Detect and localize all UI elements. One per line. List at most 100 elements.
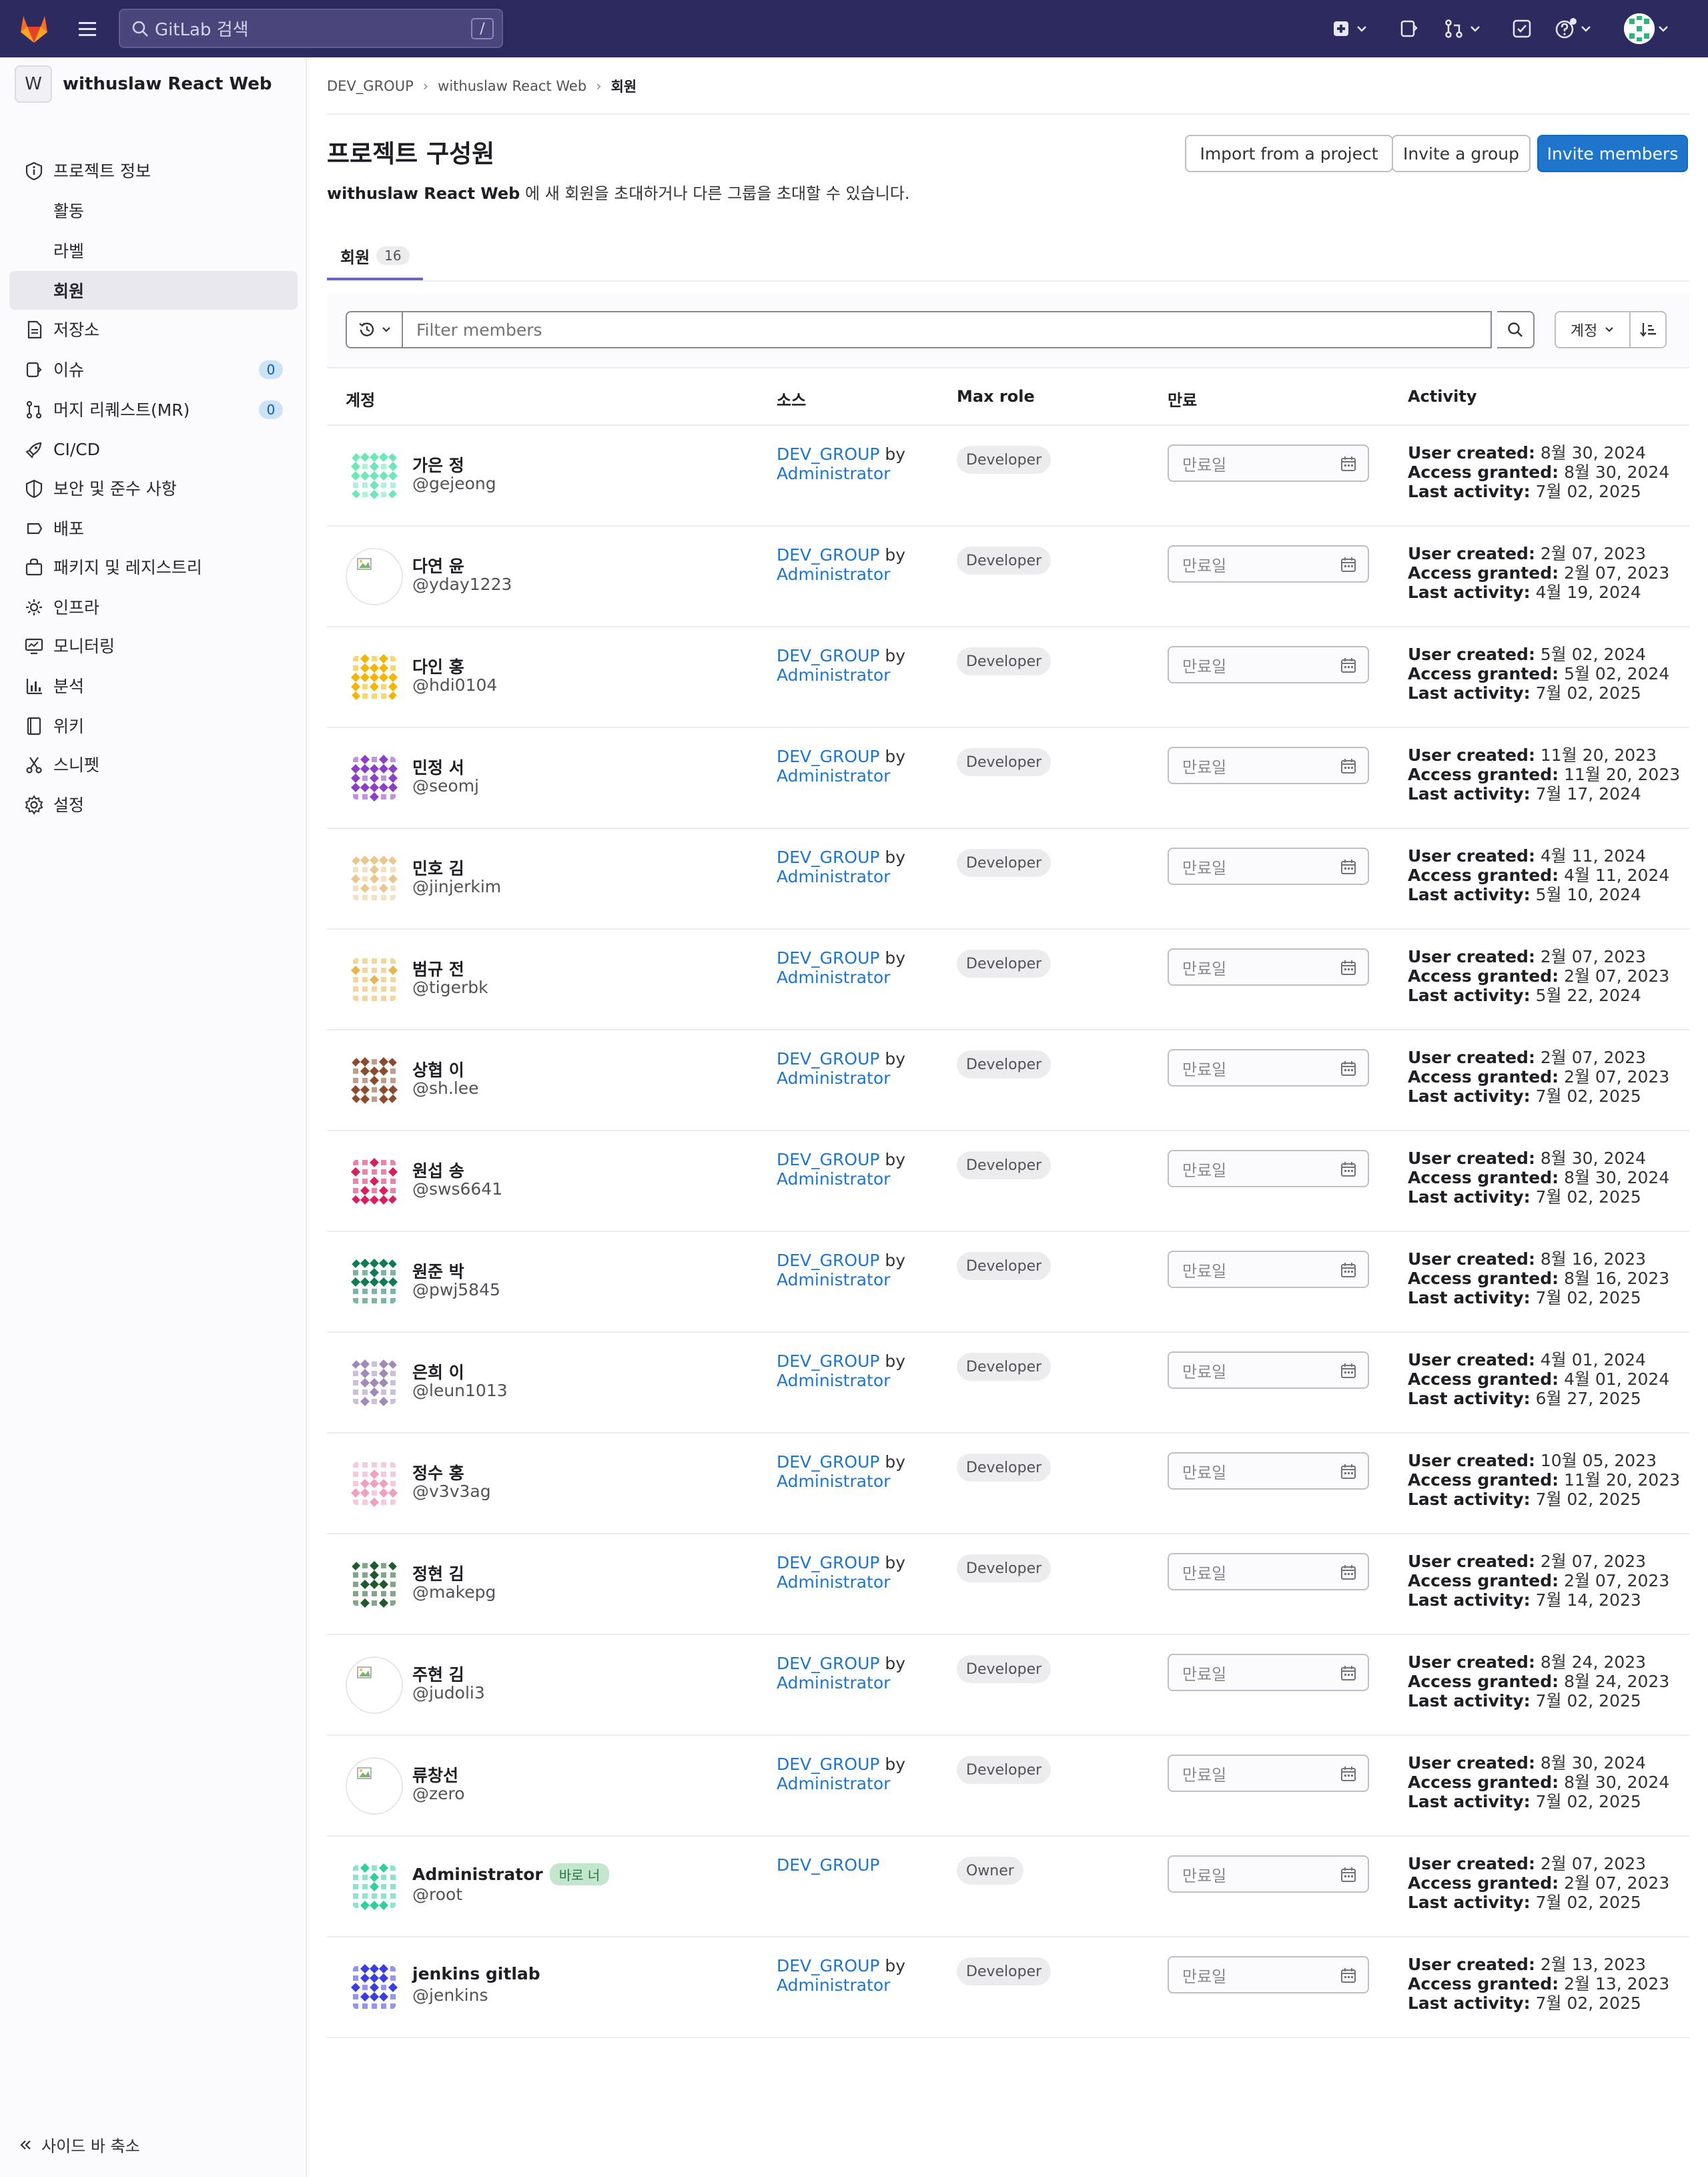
sidebar-item-ci-cd[interactable]: CI/CD <box>9 430 298 469</box>
breadcrumb-group[interactable]: DEV_GROUP <box>327 78 414 94</box>
source-by-user-link[interactable]: Administrator <box>777 1774 890 1793</box>
source-group-link[interactable]: DEV_GROUP <box>777 1251 879 1270</box>
invite-members-button[interactable]: Invite members <box>1537 135 1688 172</box>
sidebar-item-issues[interactable]: 이슈 0 <box>9 350 298 388</box>
help-dropdown[interactable] <box>1555 15 1592 43</box>
expiration-date-input[interactable]: 만료일 <box>1168 1956 1369 1993</box>
source-by-user-link[interactable]: Administrator <box>777 1169 890 1189</box>
sidebar-item-merge-requests[interactable]: 머지 리퀘스트(MR) 0 <box>9 390 298 428</box>
member-name[interactable]: 원준 박 <box>412 1259 464 1283</box>
source-group-link[interactable]: DEV_GROUP <box>777 1150 879 1169</box>
member-avatar[interactable] <box>346 1052 403 1109</box>
member-avatar[interactable] <box>346 1253 403 1311</box>
sidebar-item-deployments[interactable]: 배포 <box>9 509 298 547</box>
expiration-date-input[interactable]: 만료일 <box>1168 848 1369 885</box>
expiration-date-input[interactable]: 만료일 <box>1168 646 1369 683</box>
member-name[interactable]: 정수 홍 <box>412 1460 464 1484</box>
member-name[interactable]: 다인 홍 <box>412 654 464 678</box>
member-name[interactable]: 류창선 <box>412 1763 458 1787</box>
source-group-link[interactable]: DEV_GROUP <box>777 545 879 565</box>
source-by-user-link[interactable]: Administrator <box>777 464 890 483</box>
gitlab-logo-icon[interactable] <box>17 12 51 44</box>
expiration-date-input[interactable]: 만료일 <box>1168 1351 1369 1389</box>
breadcrumb-current[interactable]: 회원 <box>611 76 637 96</box>
invite-group-button[interactable]: Invite a group <box>1392 135 1531 172</box>
member-name[interactable]: 상협 이 <box>412 1057 464 1081</box>
expiration-date-input[interactable]: 만료일 <box>1168 1553 1369 1590</box>
member-avatar[interactable] <box>346 749 403 807</box>
source-group-link[interactable]: DEV_GROUP <box>777 1452 879 1472</box>
collapse-sidebar-button[interactable]: 사이드 바 축소 <box>19 2133 140 2156</box>
source-by-user-link[interactable]: Administrator <box>777 1270 890 1289</box>
source-by-user-link[interactable]: Administrator <box>777 968 890 987</box>
member-name[interactable]: 다연 윤 <box>412 553 464 577</box>
sort-by-dropdown[interactable]: 계정 <box>1555 311 1631 348</box>
source-by-user-link[interactable]: Administrator <box>777 1068 890 1088</box>
member-name[interactable]: 민호 김 <box>412 856 464 880</box>
source-by-user-link[interactable]: Administrator <box>777 1975 890 1995</box>
sidebar-item-labels[interactable]: 라벨 <box>9 231 298 270</box>
issues-icon[interactable] <box>1398 15 1418 43</box>
source-group-link[interactable]: DEV_GROUP <box>777 1553 879 1572</box>
member-avatar[interactable] <box>346 1757 403 1815</box>
member-name[interactable]: 가은 정 <box>412 452 464 477</box>
expiration-date-input[interactable]: 만료일 <box>1168 444 1369 482</box>
expiration-date-input[interactable]: 만료일 <box>1168 1755 1369 1792</box>
source-group-link[interactable]: DEV_GROUP <box>777 646 879 665</box>
sidebar-item-project-info[interactable]: 프로젝트 정보 <box>9 151 298 190</box>
member-avatar[interactable] <box>346 1153 403 1210</box>
member-name[interactable]: 정현 김 <box>412 1561 464 1585</box>
source-group-link[interactable]: DEV_GROUP <box>777 1755 879 1774</box>
member-avatar[interactable] <box>346 1455 403 1512</box>
sidebar-item-snippets[interactable]: 스니펫 <box>9 745 298 784</box>
todo-icon[interactable] <box>1512 15 1532 43</box>
sidebar-item-analytics[interactable]: 분석 <box>9 666 298 705</box>
expiration-date-input[interactable]: 만료일 <box>1168 1251 1369 1288</box>
source-group-link[interactable]: DEV_GROUP <box>777 1351 879 1371</box>
member-avatar[interactable] <box>346 548 403 605</box>
sidebar-item-members[interactable]: 회원 <box>9 271 298 310</box>
source-by-user-link[interactable]: Administrator <box>777 1371 890 1390</box>
member-name[interactable]: 범규 전 <box>412 956 464 980</box>
member-avatar[interactable] <box>346 1556 403 1613</box>
source-by-user-link[interactable]: Administrator <box>777 665 890 685</box>
expiration-date-input[interactable]: 만료일 <box>1168 1150 1369 1187</box>
sort-direction-button[interactable] <box>1629 311 1667 348</box>
global-search-input[interactable]: GitLab 검색 / <box>119 9 503 48</box>
source-group-link[interactable]: DEV_GROUP <box>777 444 879 464</box>
sidebar-item-packages[interactable]: 패키지 및 레지스트리 <box>9 547 298 586</box>
source-group-link[interactable]: DEV_GROUP <box>777 1956 879 1975</box>
source-by-user-link[interactable]: Administrator <box>777 565 890 584</box>
member-avatar[interactable] <box>346 447 403 505</box>
merge-requests-dropdown[interactable] <box>1444 15 1481 43</box>
filter-search-button[interactable] <box>1497 311 1535 348</box>
member-name[interactable]: 민정 서 <box>412 755 464 779</box>
menu-icon[interactable] <box>75 16 100 41</box>
expiration-date-input[interactable]: 만료일 <box>1168 1049 1369 1086</box>
member-avatar[interactable] <box>346 1858 403 1915</box>
member-avatar[interactable] <box>346 951 403 1008</box>
source-group-link[interactable]: DEV_GROUP <box>777 747 879 766</box>
sidebar-item-security[interactable]: 보안 및 준수 사항 <box>9 469 298 507</box>
tab-members[interactable]: 회원 16 <box>327 234 423 280</box>
member-avatar[interactable] <box>346 1354 403 1412</box>
source-group-link[interactable]: DEV_GROUP <box>777 1855 879 1875</box>
member-name[interactable]: Administrator <box>412 1865 543 1884</box>
member-avatar[interactable] <box>346 1656 403 1714</box>
expiration-date-input[interactable]: 만료일 <box>1168 1654 1369 1691</box>
source-group-link[interactable]: DEV_GROUP <box>777 1654 879 1673</box>
source-group-link[interactable]: DEV_GROUP <box>777 848 879 867</box>
source-group-link[interactable]: DEV_GROUP <box>777 1049 879 1068</box>
member-name[interactable]: 은희 이 <box>412 1359 464 1383</box>
source-by-user-link[interactable]: Administrator <box>777 1472 890 1491</box>
member-name[interactable]: 원섭 송 <box>412 1158 464 1182</box>
sidebar-item-repository[interactable]: 저장소 <box>9 310 298 348</box>
create-new-dropdown[interactable] <box>1332 15 1368 43</box>
member-name[interactable]: jenkins gitlab <box>412 1964 540 1983</box>
expiration-date-input[interactable]: 만료일 <box>1168 747 1369 784</box>
member-name[interactable]: 주현 김 <box>412 1662 464 1686</box>
filter-members-input[interactable]: Filter members <box>402 311 1492 348</box>
chevron-down-icon[interactable] <box>1657 15 1669 43</box>
expiration-date-input[interactable]: 만료일 <box>1168 1855 1369 1893</box>
breadcrumb-project[interactable]: withuslaw React Web <box>438 78 586 94</box>
